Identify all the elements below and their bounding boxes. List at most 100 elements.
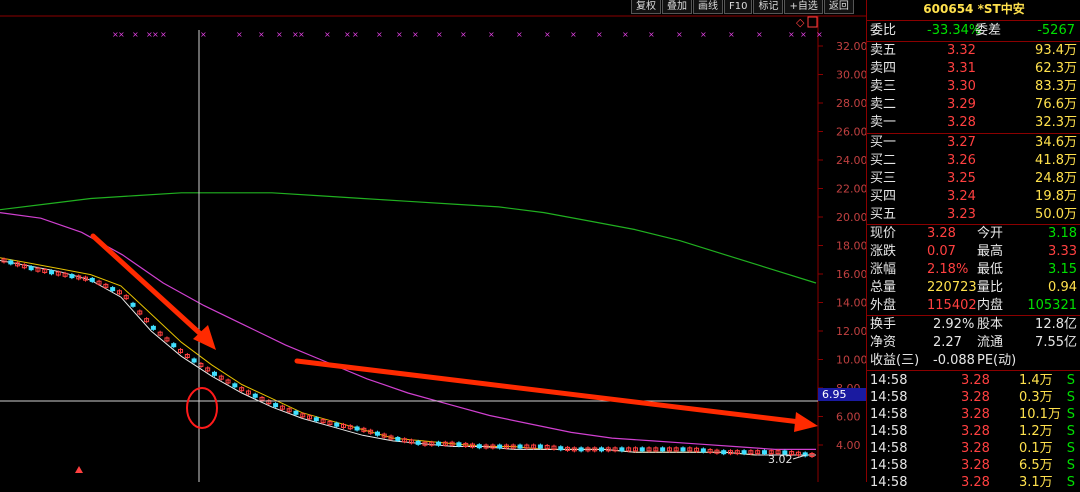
fundamental-value: 2.27 [933, 335, 962, 350]
trade-price: 3.28 [961, 390, 990, 405]
ask-row[interactable]: 卖三 3.30 83.3万 [867, 78, 1080, 96]
trade-time: 14:58 [870, 407, 908, 422]
tick-label: 6.00 [836, 411, 861, 424]
signal-marker: × [570, 30, 577, 39]
quote-row[interactable]: 涨跌 0.07 最高 3.33 [867, 243, 1080, 261]
ask-label: 卖二 [870, 97, 897, 112]
candle-body [639, 447, 645, 452]
add-watchlist-button[interactable]: +自选 [784, 0, 823, 14]
signal-marker: × [816, 30, 823, 39]
ask-label: 卖四 [870, 61, 897, 76]
candle-body [497, 444, 503, 449]
trade-side: S [1066, 441, 1075, 456]
quote-row[interactable]: 涨幅 2.18% 最低 3.15 [867, 261, 1080, 279]
kline-chart[interactable]: 32.00 30.00 28.00 26.00 24.00 22.00 20.00 18.00… [0, 0, 866, 482]
ask-price: 3.30 [947, 79, 976, 94]
candle-body [537, 444, 543, 449]
quote-label: 量比 [977, 280, 1004, 295]
quote-row[interactable]: 外盘 115402 内盘 105321 [867, 297, 1080, 315]
fundamental-row[interactable]: 收益(三) -0.088 PE(动) [867, 352, 1080, 370]
ask-row[interactable]: 卖四 3.31 62.3万 [867, 60, 1080, 78]
trade-row[interactable]: 14:58 3.28 1.4万 S [867, 372, 1080, 390]
ma-line-white [0, 260, 816, 456]
ask-price: 3.31 [947, 61, 976, 76]
bid-label: 买三 [870, 171, 897, 186]
divider [867, 370, 1080, 371]
signal-marker: × [160, 30, 167, 39]
trade-row[interactable]: 14:58 3.28 0.3万 S [867, 389, 1080, 407]
fundamental-label: 换手 [870, 317, 897, 332]
candle-body [293, 410, 299, 415]
tick-label: 24.00 [836, 154, 866, 167]
signal-marker: × [488, 30, 495, 39]
signal-marker: × [376, 30, 383, 39]
tick-label: 14.00 [836, 297, 866, 310]
toggle-box-icon[interactable] [807, 16, 818, 28]
trade-price: 3.28 [961, 373, 990, 388]
chart-toolbar: 复权 叠加 画线 F10 标记 +自选 返回 [630, 0, 854, 14]
stock-header[interactable]: 600654 *ST中安 [867, 0, 1080, 18]
fundamental-row[interactable]: 净资 2.27 流通 7.55亿 [867, 334, 1080, 352]
fuquan-button[interactable]: 复权 [631, 0, 661, 14]
candle-body [232, 383, 238, 388]
commission-row: 委比 -33.34% 委差 -5267 [867, 22, 1080, 40]
ask-volume: 76.6万 [1035, 97, 1077, 112]
trade-volume: 10.1万 [1019, 407, 1061, 422]
trade-row[interactable]: 14:58 3.28 10.1万 S [867, 406, 1080, 424]
candle-body [89, 277, 95, 282]
quote-row[interactable]: 总量 220723 量比 0.94 [867, 279, 1080, 297]
candle-body [273, 403, 279, 408]
bid-row[interactable]: 买四 3.24 19.8万 [867, 188, 1080, 206]
signal-markers: × × × × × × × × × × × × × × × × × × × × × × × × × × × × × × × × × × [112, 30, 823, 39]
ask-price: 3.29 [947, 97, 976, 112]
ask-row[interactable]: 卖五 3.32 93.4万 [867, 42, 1080, 60]
bid-volume: 24.8万 [1035, 171, 1077, 186]
ask-price: 3.28 [947, 115, 976, 130]
bid-label: 买五 [870, 207, 897, 222]
toggle-diamond-icon[interactable]: ◇ [796, 16, 805, 29]
trade-row[interactable]: 14:58 3.28 0.1万 S [867, 440, 1080, 458]
diff-label: 委差 [975, 23, 1002, 38]
quote-label: 最高 [977, 244, 1004, 259]
overlay-button[interactable]: 叠加 [662, 0, 692, 14]
trade-side: S [1066, 458, 1075, 473]
trade-side: S [1066, 390, 1075, 405]
quote-row[interactable]: 现价 3.28 今开 3.18 [867, 225, 1080, 243]
ask-label: 卖三 [870, 79, 897, 94]
f10-button[interactable]: F10 [724, 0, 753, 14]
quote-label: 现价 [870, 226, 897, 241]
fundamental-value: 2.92% [933, 317, 975, 332]
ask-row[interactable]: 卖二 3.29 76.6万 [867, 96, 1080, 114]
tick-label: 12.00 [836, 325, 866, 338]
candle-body [619, 447, 625, 452]
candle-body [130, 302, 136, 307]
trade-time: 14:58 [870, 390, 908, 405]
trade-row[interactable]: 14:58 3.28 6.5万 S [867, 457, 1080, 475]
trade-row[interactable]: 14:58 3.28 3.1万 S [867, 474, 1080, 492]
bid-volume: 41.8万 [1035, 153, 1077, 168]
bid-row[interactable]: 买三 3.25 24.8万 [867, 170, 1080, 188]
ask-volume: 93.4万 [1035, 43, 1077, 58]
back-button[interactable]: 返回 [823, 0, 854, 14]
draw-line-button[interactable]: 画线 [693, 0, 723, 14]
tick-label: 22.00 [836, 183, 866, 196]
tick-label: 10.00 [836, 354, 866, 367]
candle-body [599, 447, 605, 452]
fundamental-row[interactable]: 换手 2.92% 股本 12.8亿 [867, 316, 1080, 334]
mark-button[interactable]: 标记 [753, 0, 784, 14]
bid-volume: 50.0万 [1035, 207, 1077, 222]
ask-row[interactable]: 卖一 3.28 32.3万 [867, 114, 1080, 132]
trade-row[interactable]: 14:58 3.28 1.2万 S [867, 423, 1080, 441]
quote-value: 3.15 [1048, 262, 1077, 277]
candle-body [721, 450, 727, 455]
candle-body [150, 325, 156, 330]
tick-label: 4.00 [836, 439, 861, 452]
signal-marker: × [544, 30, 551, 39]
signal-marker: × [132, 30, 139, 39]
trade-time: 14:58 [870, 424, 908, 439]
trade-price: 3.28 [961, 475, 990, 490]
bid-row[interactable]: 买二 3.26 41.8万 [867, 152, 1080, 170]
bid-row[interactable]: 买一 3.27 34.6万 [867, 134, 1080, 152]
signal-marker: × [298, 30, 305, 39]
bid-row[interactable]: 买五 3.23 50.0万 [867, 206, 1080, 224]
